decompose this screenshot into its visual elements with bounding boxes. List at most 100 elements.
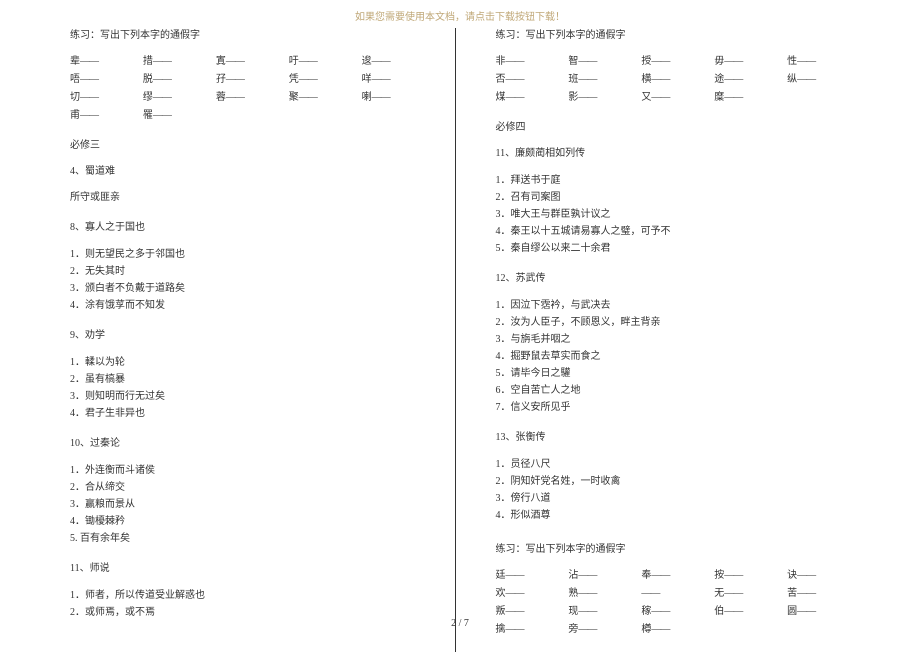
list-item: 1．外连衡而斗诸侯 — [70, 462, 435, 479]
char-row: 非—— 智—— 授—— 毋—— 性—— — [496, 54, 861, 70]
section4-title: 必修四 — [496, 120, 861, 136]
s3-9-title: 9、劝学 — [70, 328, 435, 344]
list-item: 2．阴知奸党名姓，一时收禽 — [496, 473, 861, 490]
char-item: 智—— — [568, 54, 641, 70]
list-item: 4．涂有饿莩而不知发 — [70, 297, 435, 314]
char-grid-left: 辈—— 措—— 寘—— 吁—— 逡—— 唔—— 脱—— 孖—— 凭—— 咩—— … — [70, 54, 435, 124]
char-row: 否—— 班—— 横—— 途—— 纵—— — [496, 72, 861, 88]
page-content: 练习：写出下列本字的通假字 辈—— 措—— 寘—— 吁—— 逡—— 唔—— 脱—… — [0, 0, 920, 662]
char-item: 脱—— — [143, 72, 216, 88]
s3-10-title: 10、过秦论 — [70, 436, 435, 452]
char-item: 咩—— — [362, 72, 435, 88]
list-item: 7．信义安所见乎 — [496, 399, 861, 416]
char-item: 逡—— — [362, 54, 435, 70]
char-item: 诀—— — [787, 568, 860, 584]
list-item: 5. 百有余年矣 — [70, 530, 435, 547]
list-item: 5．秦自缪公以来二十余君 — [496, 240, 861, 257]
char-item: 毋—— — [714, 54, 787, 70]
list-item: 3．与旃毛并咽之 — [496, 331, 861, 348]
char-item: 甫—— — [70, 108, 143, 124]
char-item: 欢—— — [496, 586, 569, 602]
list-item: 1．师者，所以传道受业解惑也 — [70, 587, 435, 604]
char-item — [362, 108, 435, 124]
list-item: 5．请毕今日之驩 — [496, 365, 861, 382]
char-item: 喇—— — [362, 90, 435, 106]
char-item: 煤—— — [496, 90, 569, 106]
list-item: 3．傍行八道 — [496, 490, 861, 507]
s3-9-list: 1．輮以为轮 2．虽有槁暴 3．则知明而行无过矣 4．君子生非异也 — [70, 354, 435, 422]
char-item: 按—— — [714, 568, 787, 584]
s3-4-title: 4、蜀道难 — [70, 164, 435, 180]
s3-11-title: 11、师说 — [70, 561, 435, 577]
char-item: 罹—— — [143, 108, 216, 124]
char-item: 奉—— — [641, 568, 714, 584]
list-item: 1．员径八尺 — [496, 456, 861, 473]
char-item: 𪡏—— — [641, 586, 714, 602]
s3-4-line: 所守或匪亲 — [70, 190, 435, 206]
practice-title-right: 练习：写出下列本字的通假字 — [496, 28, 861, 44]
char-item: 寘—— — [216, 54, 289, 70]
s3-11-list: 1．师者，所以传道受业解惑也 2．或师焉，或不焉 — [70, 587, 435, 621]
char-row: 甫—— 罹—— — [70, 108, 435, 124]
char-row: 煤—— 影—— 又—— 糜—— — [496, 90, 861, 106]
char-row: 辈—— 措—— 寘—— 吁—— 逡—— — [70, 54, 435, 70]
char-item: 切—— — [70, 90, 143, 106]
char-item: 凭—— — [289, 72, 362, 88]
list-item: 4．锄櫌棘矜 — [70, 513, 435, 530]
list-item: 2．合从缔交 — [70, 479, 435, 496]
char-item: 唔—— — [70, 72, 143, 88]
list-item: 4．形似酒尊 — [496, 507, 861, 524]
list-item: 2．汝为人臣子，不顾恩义，畔主背亲 — [496, 314, 861, 331]
char-item: 辈—— — [70, 54, 143, 70]
s3-8-title: 8、寡人之于国也 — [70, 220, 435, 236]
list-item: 1．拜送书于庭 — [496, 172, 861, 189]
s4-12-list: 1．因泣下霑衿，与武决去 2．汝为人臣子，不顾恩义，畔主背亲 3．与旃毛并咽之 … — [496, 297, 861, 416]
s4-11-title: 11、廉颇蔺相如列传 — [496, 146, 861, 162]
section3-title: 必修三 — [70, 138, 435, 154]
char-item: 聚—— — [289, 90, 362, 106]
char-item: 纵—— — [787, 72, 860, 88]
char-item: 廷—— — [496, 568, 569, 584]
char-item: 否—— — [496, 72, 569, 88]
list-item: 3．赢粮而景从 — [70, 496, 435, 513]
char-item: 班—— — [568, 72, 641, 88]
s3-10-list: 1．外连衡而斗诸侯 2．合从缔交 3．赢粮而景从 4．锄櫌棘矜 5. 百有余年矣 — [70, 462, 435, 547]
char-item: 无—— — [714, 586, 787, 602]
list-item: 2．召有司案图 — [496, 189, 861, 206]
char-item: 沾—— — [568, 568, 641, 584]
char-item: 又—— — [641, 90, 714, 106]
list-item: 3．唯大王与群臣孰计议之 — [496, 206, 861, 223]
char-item: 授—— — [641, 54, 714, 70]
page-number: 2 / 7 — [0, 618, 920, 629]
char-item: 非—— — [496, 54, 569, 70]
practice-title-right2: 练习：写出下列本字的通假字 — [496, 542, 861, 558]
list-item: 3．则知明而行无过矣 — [70, 388, 435, 405]
s3-8-list: 1．则无望民之多于邻国也 2．无失其时 3．颁白者不负戴于道路矣 4．涂有饿莩而… — [70, 246, 435, 314]
char-item — [787, 90, 860, 106]
char-row: 唔—— 脱—— 孖—— 凭—— 咩—— — [70, 72, 435, 88]
char-row: 廷—— 沾—— 奉—— 按—— 诀—— — [496, 568, 861, 584]
char-row: 切—— 缪—— 蓉—— 聚—— 喇—— — [70, 90, 435, 106]
watermark-text: 如果您需要使用本文档，请点击下载按钮下载！ — [0, 8, 920, 23]
char-item: 孖—— — [216, 72, 289, 88]
list-item: 3．颁白者不负戴于道路矣 — [70, 280, 435, 297]
char-item: 措—— — [143, 54, 216, 70]
char-item — [289, 108, 362, 124]
char-item: 蓉—— — [216, 90, 289, 106]
char-item: 途—— — [714, 72, 787, 88]
practice-title-left: 练习：写出下列本字的通假字 — [70, 28, 435, 44]
char-item: 苦—— — [787, 586, 860, 602]
list-item: 6．空自苦亡人之地 — [496, 382, 861, 399]
list-item: 4．掘野鼠去草实而食之 — [496, 348, 861, 365]
list-item: 2．虽有槁暴 — [70, 371, 435, 388]
s4-13-list: 1．员径八尺 2．阴知奸党名姓，一时收禽 3．傍行八道 4．形似酒尊 — [496, 456, 861, 524]
char-item: 影—— — [568, 90, 641, 106]
char-grid-right: 非—— 智—— 授—— 毋—— 性—— 否—— 班—— 横—— 途—— 纵—— … — [496, 54, 861, 106]
char-row: 欢—— 熟—— 𪡏—— 无—— 苦—— — [496, 586, 861, 602]
right-column: 练习：写出下列本字的通假字 非—— 智—— 授—— 毋—— 性—— 否—— 班—… — [456, 28, 871, 652]
char-item: 糜—— — [714, 90, 787, 106]
list-item: 4．君子生非异也 — [70, 405, 435, 422]
left-column: 练习：写出下列本字的通假字 辈—— 措—— 寘—— 吁—— 逡—— 唔—— 脱—… — [70, 28, 456, 652]
list-item: 4．秦王以十五城请易寡人之璧，可予不 — [496, 223, 861, 240]
s4-12-title: 12、苏武传 — [496, 271, 861, 287]
